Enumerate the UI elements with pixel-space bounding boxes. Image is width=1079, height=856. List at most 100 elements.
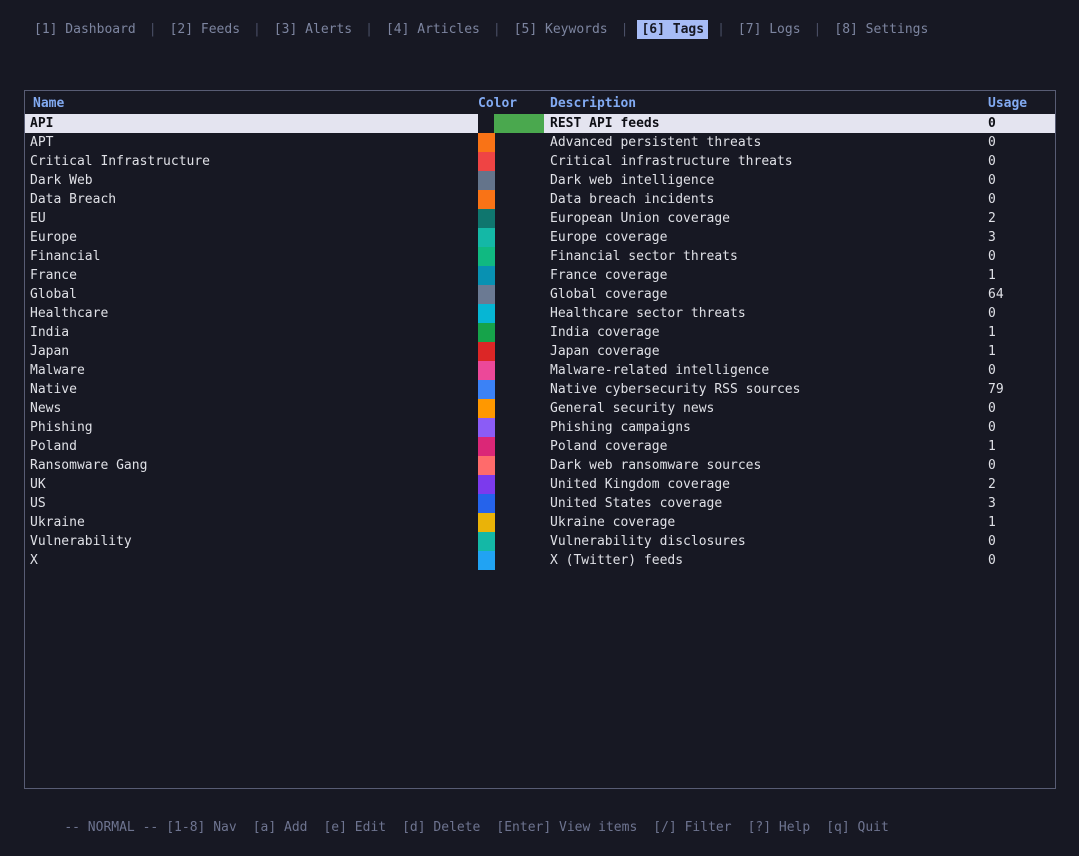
tag-color-swatch xyxy=(478,456,495,475)
tag-name-cell: Phishing xyxy=(30,420,93,435)
table-row[interactable]: Europe Europe coverage 3 xyxy=(25,228,1055,247)
tag-color-cell xyxy=(478,437,550,456)
tag-name-cell: API xyxy=(30,116,54,131)
tag-color-swatch xyxy=(478,209,495,228)
tag-usage-cell: 1 xyxy=(988,439,996,454)
tag-color-swatch xyxy=(478,323,495,342)
tag-usage-cell: 0 xyxy=(988,534,996,549)
tab-tags[interactable]: [6] Tags xyxy=(637,19,709,39)
key-hint: [Enter] View items xyxy=(496,820,638,835)
tag-name-cell: Global xyxy=(30,287,77,302)
table-row[interactable]: Phishing Phishing campaigns 0 xyxy=(25,418,1055,437)
table-body: API REST API feeds 0 APT Advanced persis… xyxy=(25,114,1055,570)
tab-alerts[interactable]: [3] Alerts xyxy=(270,20,356,39)
table-row[interactable]: Native Native cybersecurity RSS sources … xyxy=(25,380,1055,399)
tag-usage-cell: 3 xyxy=(988,230,996,245)
table-row[interactable]: Data Breach Data breach incidents 0 xyxy=(25,190,1055,209)
table-row[interactable]: Healthcare Healthcare sector threats 0 xyxy=(25,304,1055,323)
tag-usage-cell: 0 xyxy=(988,306,996,321)
table-row[interactable]: France France coverage 1 xyxy=(25,266,1055,285)
tag-color-cell xyxy=(478,399,550,418)
tag-usage-cell: 1 xyxy=(988,268,996,283)
tab-logs[interactable]: [7] Logs xyxy=(734,20,805,39)
tag-color-cell xyxy=(478,209,550,228)
key-hint: [/] Filter xyxy=(653,820,732,835)
table-row[interactable]: Global Global coverage 64 xyxy=(25,285,1055,304)
tag-color-cell xyxy=(478,114,550,133)
tag-name-cell: Malware xyxy=(30,363,85,378)
tag-color-swatch xyxy=(478,285,495,304)
tag-color-cell xyxy=(478,475,550,494)
tab-settings[interactable]: [8] Settings xyxy=(830,20,932,39)
tag-color-cell xyxy=(478,304,550,323)
tag-usage-cell: 0 xyxy=(988,116,996,131)
key-hint: [e] Edit xyxy=(323,820,387,835)
tag-usage-cell: 0 xyxy=(988,553,996,568)
tab-separator: | xyxy=(813,21,822,37)
tags-table: Name Color Description Usage API REST AP… xyxy=(24,90,1056,789)
tag-name-cell: Critical Infrastructure xyxy=(30,154,211,169)
tag-color-swatch xyxy=(478,513,495,532)
column-header-usage: Usage xyxy=(988,96,1028,111)
selection-color-gap xyxy=(478,114,494,133)
table-row[interactable]: X X (Twitter) feeds 0 xyxy=(25,551,1055,570)
tag-name-cell: X xyxy=(30,553,38,568)
tag-color-swatch xyxy=(478,418,495,437)
tag-description-cell: United Kingdom coverage xyxy=(550,477,731,492)
tag-color-swatch xyxy=(478,361,495,380)
tag-description-cell: Critical infrastructure threats xyxy=(550,154,793,169)
tag-color-swatch xyxy=(478,190,495,209)
tag-description-cell: X (Twitter) feeds xyxy=(550,553,684,568)
table-row[interactable]: India India coverage 1 xyxy=(25,323,1055,342)
tab-bar: [1] Dashboard | [2] Feeds | [3] Alerts | [4] A… xyxy=(30,18,932,40)
table-row[interactable]: Ransomware Gang Dark web ransomware sour… xyxy=(25,456,1055,475)
tag-usage-cell: 0 xyxy=(988,154,996,169)
tab-feeds[interactable]: [2] Feeds xyxy=(166,20,244,39)
tab-articles[interactable]: [4] Articles xyxy=(382,20,484,39)
tag-name-cell: Data Breach xyxy=(30,192,117,207)
tag-name-cell: Healthcare xyxy=(30,306,109,321)
table-row[interactable]: Dark Web Dark web intelligence 0 xyxy=(25,171,1055,190)
tag-description-cell: Healthcare sector threats xyxy=(550,306,746,321)
tag-color-cell xyxy=(478,456,550,475)
tag-description-cell: Malware-related intelligence xyxy=(550,363,770,378)
tag-usage-cell: 0 xyxy=(988,420,996,435)
table-row[interactable]: Financial Financial sector threats 0 xyxy=(25,247,1055,266)
tag-color-cell xyxy=(478,532,550,551)
tag-color-swatch xyxy=(478,266,495,285)
tag-color-swatch xyxy=(478,551,495,570)
table-row[interactable]: API REST API feeds 0 xyxy=(25,114,1055,133)
tag-name-cell: Dark Web xyxy=(30,173,93,188)
table-row[interactable]: EU European Union coverage 2 xyxy=(25,209,1055,228)
table-row[interactable]: Malware Malware-related intelligence 0 xyxy=(25,361,1055,380)
table-row[interactable]: US United States coverage 3 xyxy=(25,494,1055,513)
tab-dashboard[interactable]: [1] Dashboard xyxy=(30,20,140,39)
table-row[interactable]: Poland Poland coverage 1 xyxy=(25,437,1055,456)
tag-color-swatch xyxy=(478,171,495,190)
tag-color-swatch xyxy=(478,494,495,513)
tag-usage-cell: 0 xyxy=(988,135,996,150)
tag-name-cell: Poland xyxy=(30,439,77,454)
tag-description-cell: Advanced persistent threats xyxy=(550,135,762,150)
tab-separator: | xyxy=(620,21,629,37)
tag-usage-cell: 2 xyxy=(988,477,996,492)
table-header: Name Color Description Usage xyxy=(25,91,1055,114)
table-row[interactable]: Ukraine Ukraine coverage 1 xyxy=(25,513,1055,532)
tag-description-cell: European Union coverage xyxy=(550,211,731,226)
tag-name-cell: Native xyxy=(30,382,77,397)
tag-usage-cell: 64 xyxy=(988,287,1004,302)
table-row[interactable]: Japan Japan coverage 1 xyxy=(25,342,1055,361)
table-row[interactable]: News General security news 0 xyxy=(25,399,1055,418)
tag-name-cell: India xyxy=(30,325,70,340)
tag-color-swatch xyxy=(478,152,495,171)
tag-name-cell: France xyxy=(30,268,77,283)
tag-usage-cell: 0 xyxy=(988,173,996,188)
tab-separator: | xyxy=(492,21,501,37)
table-row[interactable]: UK United Kingdom coverage 2 xyxy=(25,475,1055,494)
table-row[interactable]: Critical Infrastructure Critical infrast… xyxy=(25,152,1055,171)
table-row[interactable]: Vulnerability Vulnerability disclosures … xyxy=(25,532,1055,551)
tag-color-swatch xyxy=(478,532,495,551)
tab-keywords[interactable]: [5] Keywords xyxy=(510,20,612,39)
tag-color-cell xyxy=(478,361,550,380)
table-row[interactable]: APT Advanced persistent threats 0 xyxy=(25,133,1055,152)
